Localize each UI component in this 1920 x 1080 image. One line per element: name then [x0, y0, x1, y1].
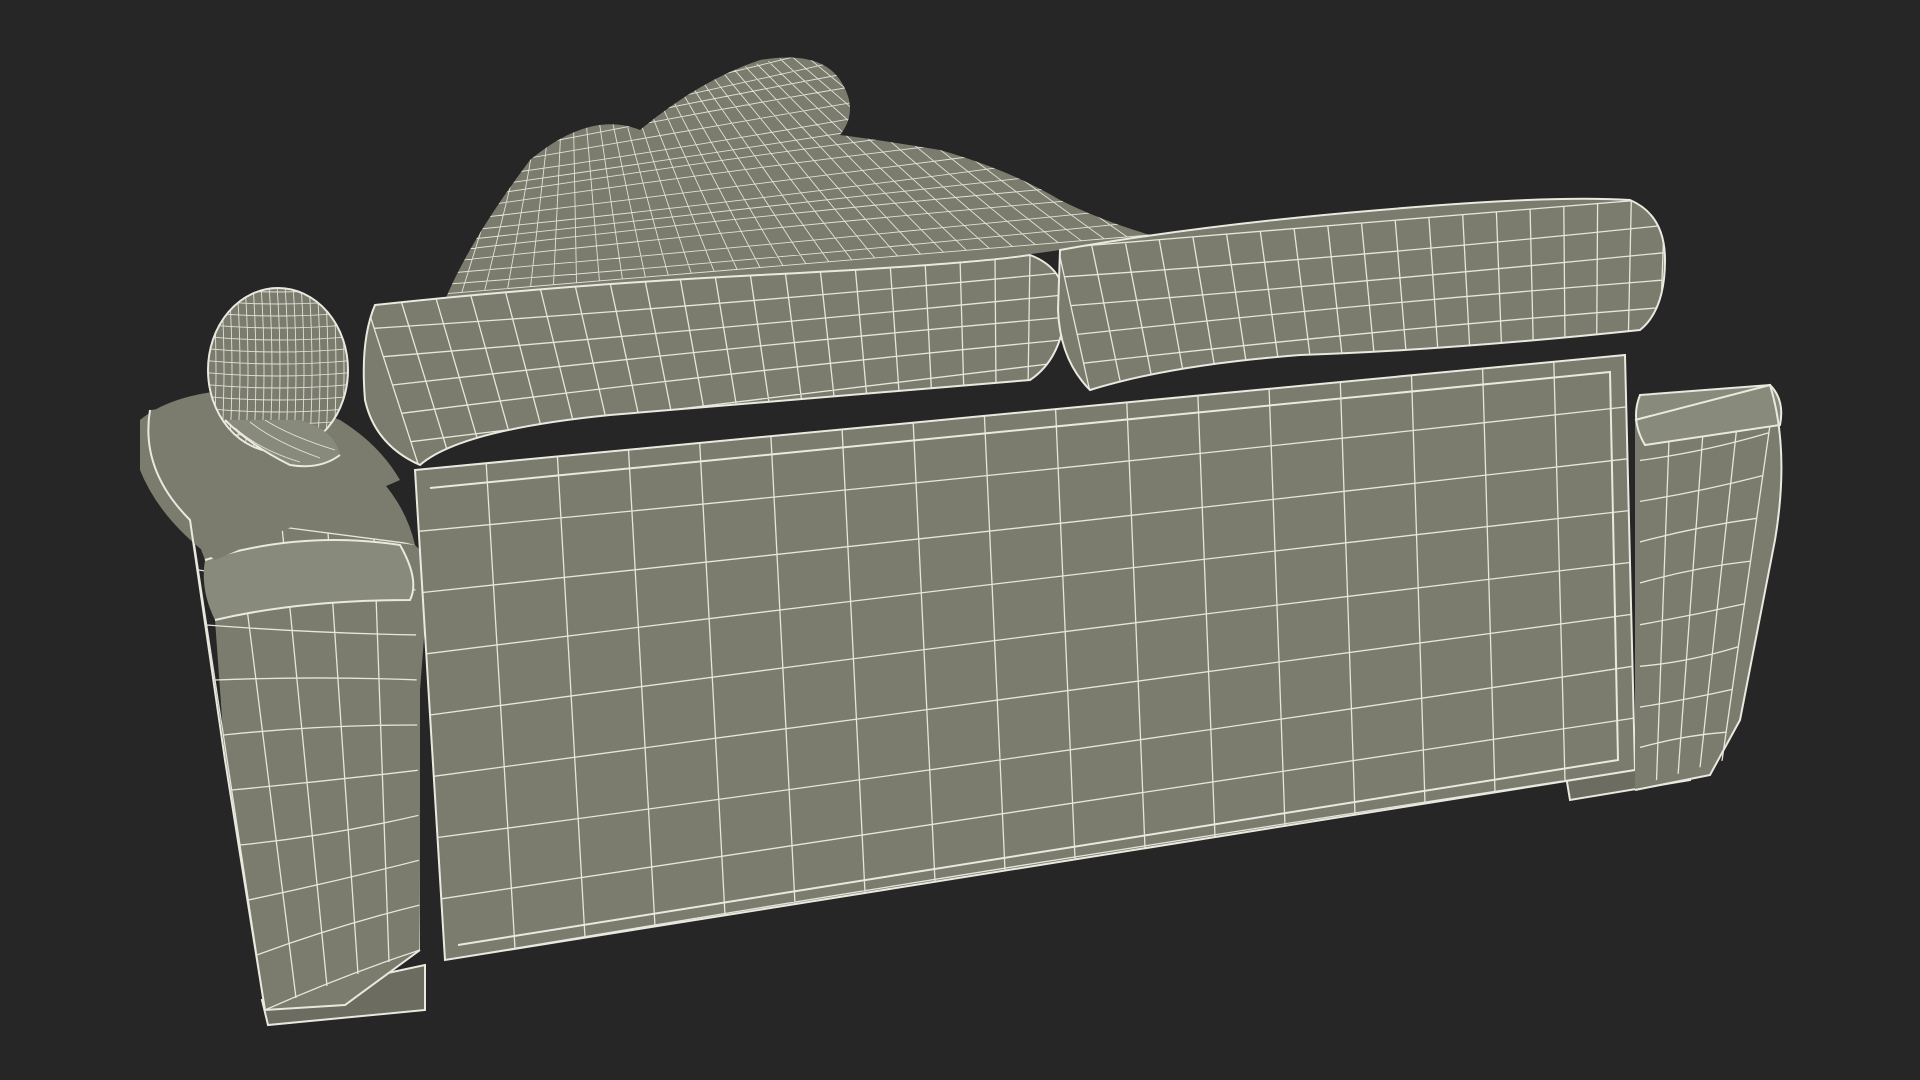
wireframe-scene [140, 57, 1783, 1027]
sofa-armrest-right [1634, 383, 1783, 791]
sofa-armrest-left [140, 390, 431, 1012]
sofa-back-panel [413, 353, 1637, 962]
render-viewport [0, 0, 1920, 1080]
